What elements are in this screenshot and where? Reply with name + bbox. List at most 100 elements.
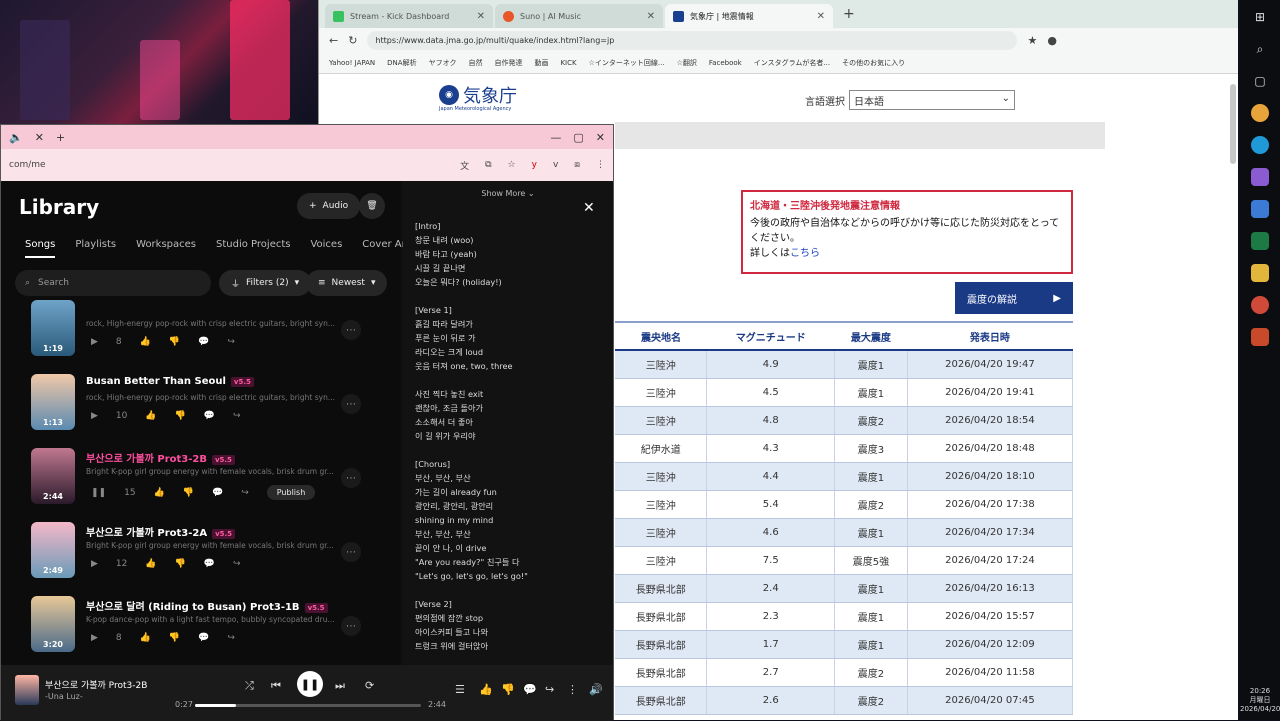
publish-button[interactable]: Publish <box>266 485 316 500</box>
close-icon[interactable]: ✕ <box>477 11 485 22</box>
list-item[interactable]: 2:49 부산으로 가볼까 Prot3-2A v5.5 Bright K-pop gi… <box>31 522 371 592</box>
more-options-button[interactable]: ⋯ <box>341 468 361 488</box>
comment-icon[interactable]: 💬 <box>198 633 209 643</box>
comment-icon[interactable]: 💬 <box>523 683 537 696</box>
add-audio-button[interactable]: + Audio <box>297 193 361 219</box>
folder-icon[interactable] <box>1251 264 1269 282</box>
close-icon[interactable]: ✕ <box>583 201 599 217</box>
list-item[interactable]: 1:19 rock, High-energy pop-rock with cris… <box>31 300 371 370</box>
menu-icon[interactable]: ⋮ <box>596 160 605 170</box>
alert-link[interactable]: こちら <box>790 248 820 259</box>
bookmark-item[interactable]: KICK <box>560 59 576 67</box>
comment-icon[interactable]: 💬 <box>212 488 223 498</box>
extensions-icon[interactable]: ⧈ <box>574 160 580 170</box>
dislike-icon[interactable]: 👎 <box>183 488 194 498</box>
table-row[interactable]: 三陸沖 4.5 震度1 2026/04/20 19:41 <box>615 378 1074 407</box>
play-icon[interactable]: ▶ <box>91 559 98 569</box>
bookmark-item[interactable]: ☆インターネット回線... <box>589 58 665 68</box>
tab-songs[interactable]: Songs <box>25 239 56 258</box>
edge-icon[interactable] <box>1251 136 1269 154</box>
table-row[interactable]: 長野県北部 2.7 震度2 2026/04/20 11:58 <box>615 658 1074 687</box>
tab-voices[interactable]: Voices <box>310 239 342 258</box>
share-icon[interactable]: ↪ <box>241 488 249 498</box>
task-view-icon[interactable]: ▢ <box>1251 72 1269 90</box>
share-icon[interactable]: ↪ <box>545 683 554 696</box>
song-cover[interactable]: 3:20 <box>31 596 75 652</box>
play-icon[interactable]: ▶ <box>91 633 98 643</box>
table-row[interactable]: 三陸沖 4.9 震度1 2026/04/20 19:47 <box>615 350 1074 379</box>
now-playing-title[interactable]: 부산으로 가볼까 Prot3-2B <box>45 678 147 691</box>
volume-icon[interactable]: 🔊 <box>589 683 603 696</box>
table-row[interactable]: 長野県北部 1.7 震度1 2026/04/20 12:09 <box>615 630 1074 659</box>
excel-icon[interactable] <box>1251 232 1269 250</box>
like-icon[interactable]: 👍 <box>140 337 151 347</box>
show-more-button[interactable]: Show More ⌄ <box>403 187 613 201</box>
search-input[interactable]: ⌕ Search <box>15 270 211 296</box>
star-icon[interactable]: ★ <box>1027 34 1037 47</box>
table-row[interactable]: 三陸沖 4.6 震度1 2026/04/20 17:34 <box>615 518 1074 547</box>
song-cover[interactable]: 1:13 <box>31 374 75 430</box>
windows-icon[interactable]: ⊞ <box>1251 8 1269 26</box>
tab-studio-projects[interactable]: Studio Projects <box>216 239 290 258</box>
app-icon[interactable] <box>1251 328 1269 346</box>
url-field[interactable]: https://www.data.jma.go.jp/multi/quake/i… <box>367 30 1018 50</box>
table-row[interactable]: 三陸沖 5.4 震度2 2026/04/20 17:38 <box>615 490 1074 519</box>
close-icon[interactable]: ✕ <box>35 131 44 144</box>
close-icon[interactable]: ✕ <box>647 11 655 22</box>
cast-icon[interactable]: ⧉ <box>485 160 491 170</box>
files-icon[interactable] <box>1251 200 1269 218</box>
song-title[interactable]: Busan Better Than Seoul v5.5 <box>86 376 254 387</box>
tab-workspaces[interactable]: Workspaces <box>136 239 196 258</box>
like-icon[interactable]: 👍 <box>479 683 493 696</box>
maximize-icon[interactable]: ▢ <box>573 131 583 144</box>
dislike-icon[interactable]: 👎 <box>175 559 186 569</box>
tab-playlists[interactable]: Playlists <box>75 239 116 258</box>
dislike-icon[interactable]: 👎 <box>169 337 180 347</box>
tab-suno[interactable]: Suno | AI Music ✕ <box>495 4 663 28</box>
song-title[interactable]: 부산으로 가볼까 Prot3-2B v5.5 <box>86 450 235 465</box>
back-icon[interactable]: ← <box>329 34 338 47</box>
sort-button[interactable]: ≡ Newest ▾ <box>306 270 388 296</box>
queue-icon[interactable]: ☰ <box>455 683 465 696</box>
list-item[interactable]: 3:20 부산으로 달려 (Riding to Busan) Prot3-1B v5… <box>31 596 371 666</box>
bookmark-item[interactable]: DNA解析 <box>387 58 416 68</box>
table-row[interactable]: 紀伊水道 4.3 震度3 2026/04/20 18:48 <box>615 434 1074 463</box>
star-icon[interactable]: ☆ <box>508 160 516 170</box>
dislike-icon[interactable]: 👎 <box>169 633 180 643</box>
list-item[interactable]: 2:44 부산으로 가볼까 Prot3-2B v5.5 Bright K-pop gi… <box>31 448 371 518</box>
chrome-icon[interactable] <box>1251 104 1269 122</box>
table-row[interactable]: 長野県北部 2.6 震度2 2026/04/20 07:45 <box>615 686 1074 715</box>
url-text[interactable]: com/me <box>9 160 46 170</box>
share-icon[interactable]: ↪ <box>233 411 241 421</box>
tab-kick[interactable]: Stream - Kick Dashboard ✕ <box>325 4 493 28</box>
song-title[interactable]: 부산으로 가볼까 Prot3-2A v5.5 <box>86 524 236 539</box>
bookmark-item[interactable]: その他のお気に入り <box>842 58 905 68</box>
comment-icon[interactable]: 💬 <box>204 559 215 569</box>
bookmark-item[interactable]: ヤフオク <box>429 58 457 68</box>
new-tab-icon[interactable]: + <box>56 131 65 144</box>
bookmark-item[interactable]: インスタグラムが名者... <box>754 58 830 68</box>
reload-icon[interactable]: ↻ <box>348 34 357 47</box>
bookmark-item[interactable]: Facebook <box>709 59 742 67</box>
share-icon[interactable]: ↪ <box>227 633 235 643</box>
system-clock[interactable]: 20:26 月曜日 2026/04/20 <box>1240 687 1280 714</box>
previous-icon[interactable]: ⏮ <box>271 679 281 693</box>
share-icon[interactable]: ↪ <box>233 559 241 569</box>
pause-button[interactable]: ❚❚ <box>297 671 323 697</box>
now-playing-artist[interactable]: -Una Luz- <box>45 692 83 701</box>
new-tab-icon[interactable]: + <box>835 6 863 22</box>
play-icon[interactable]: ❚❚ <box>91 488 106 498</box>
bookmark-item[interactable]: 自然 <box>468 58 482 68</box>
bookmark-item[interactable]: Yahoo! JAPAN <box>329 59 375 67</box>
play-icon[interactable]: ▶ <box>91 411 98 421</box>
play-icon[interactable]: ▶ <box>91 337 98 347</box>
bookmark-item[interactable]: 自作発達 <box>494 58 522 68</box>
progress-bar[interactable] <box>195 704 421 707</box>
table-row[interactable]: 長野県北部 2.3 震度1 2026/04/20 15:57 <box>615 602 1074 631</box>
yahoo-icon[interactable]: y <box>532 160 537 170</box>
more-options-button[interactable]: ⋯ <box>341 320 361 340</box>
next-icon[interactable]: ⏭ <box>335 679 345 693</box>
like-icon[interactable]: 👍 <box>145 411 156 421</box>
song-cover[interactable]: 2:49 <box>31 522 75 578</box>
close-window-icon[interactable]: ✕ <box>596 131 605 144</box>
